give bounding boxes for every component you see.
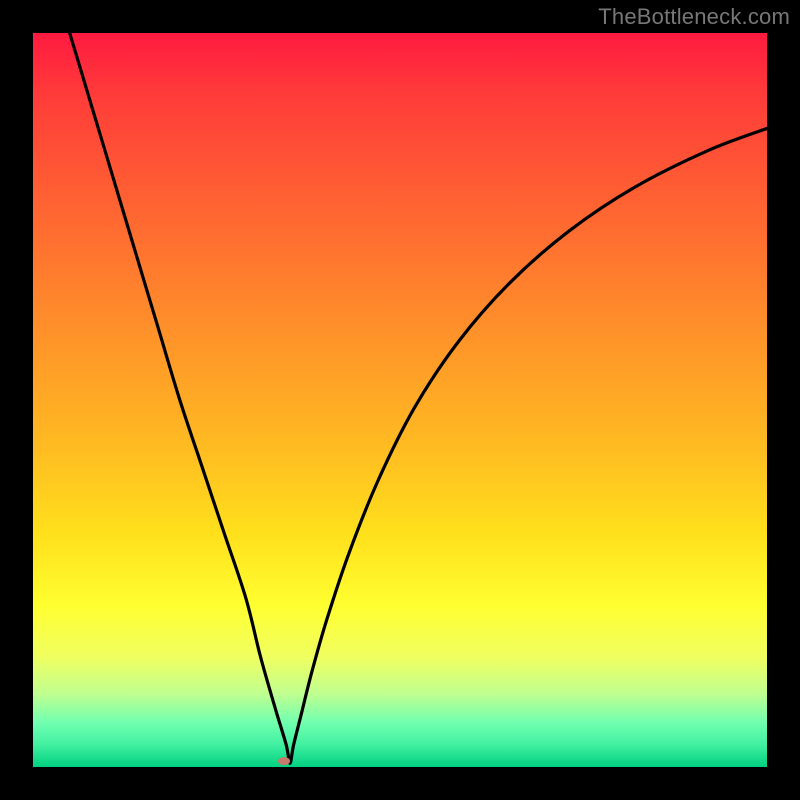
gradient-background (33, 33, 767, 767)
watermark-text: TheBottleneck.com (598, 4, 790, 30)
chart-frame: TheBottleneck.com (0, 0, 800, 800)
plot-area (33, 33, 767, 767)
